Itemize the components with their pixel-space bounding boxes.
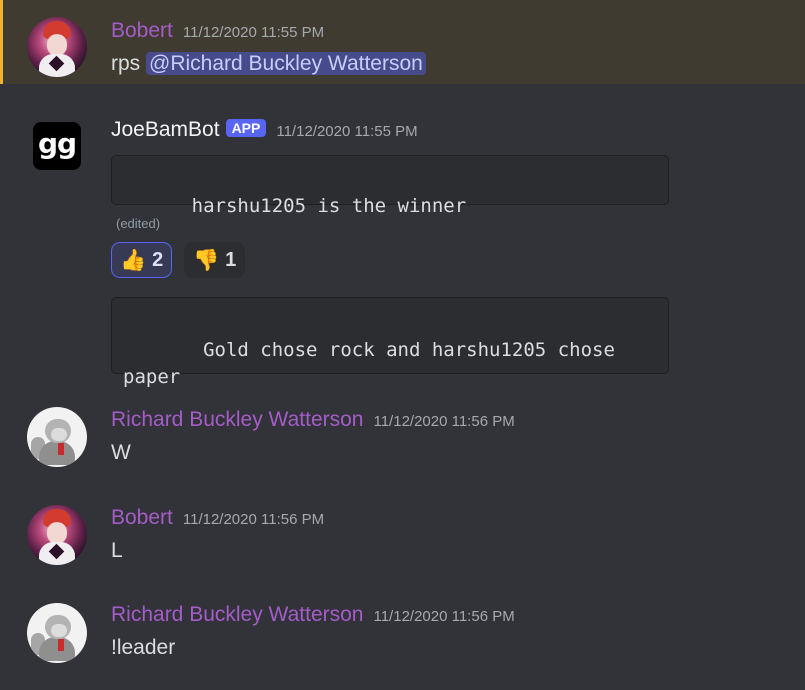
message-content: rps @Richard Buckley Watterson: [111, 52, 426, 76]
avatar-bobert[interactable]: [27, 17, 87, 77]
author-name[interactable]: JoeBamBot: [111, 118, 220, 141]
message-bot: gg JoeBamBot APP 11/12/2020 11:55 PM harsh…: [0, 84, 805, 388]
reaction-thumbs-down[interactable]: 👎 1: [184, 242, 246, 278]
message-text: W: [111, 441, 131, 464]
thumbs-up-icon: 👍: [120, 248, 147, 272]
timestamp[interactable]: 11/12/2020 11:56 PM: [183, 511, 324, 528]
author-name[interactable]: Bobert: [111, 506, 173, 529]
message-text: L: [111, 539, 123, 562]
timestamp[interactable]: 11/12/2020 11:55 PM: [276, 123, 417, 140]
author-name[interactable]: Richard Buckley Watterson: [111, 408, 363, 431]
avatar-joebambot[interactable]: gg: [33, 122, 81, 170]
message-mention-highlight: Bobert 11/12/2020 11:55 PM rps @Richard B…: [0, 0, 805, 84]
user-mention[interactable]: @Richard Buckley Watterson: [146, 52, 426, 75]
code-block-choices: Gold chose rock and harshu1205 chose pap…: [111, 297, 669, 388]
reaction-thumbs-up[interactable]: 👍 2: [111, 242, 173, 278]
message-text: rps: [111, 52, 141, 75]
app-badge: APP: [225, 119, 267, 137]
code-text: harshu1205 is the winner: [191, 195, 467, 217]
message: Bobert 11/12/2020 11:56 PM L: [0, 493, 805, 583]
edited-label: (edited): [116, 216, 161, 231]
reaction-count: 2: [152, 248, 164, 271]
thumbs-down-icon: 👎: [193, 248, 220, 272]
message-text: !leader: [111, 636, 176, 659]
avatar-richard[interactable]: [27, 603, 87, 663]
message: Richard Buckley Watterson 11/12/2020 11:5…: [0, 395, 805, 485]
message: Richard Buckley Watterson 11/12/2020 11:5…: [0, 590, 805, 680]
code-block-result: harshu1205 is the winner: [111, 155, 669, 217]
avatar-bobert[interactable]: [27, 505, 87, 565]
avatar-richard[interactable]: [27, 407, 87, 467]
timestamp[interactable]: 11/12/2020 11:56 PM: [373, 608, 514, 625]
chat-log: Bobert 11/12/2020 11:55 PM rps @Richard B…: [0, 0, 805, 690]
avatar-gg-text: gg: [37, 127, 77, 160]
timestamp[interactable]: 11/12/2020 11:55 PM: [183, 24, 324, 41]
code-text: Gold chose rock and harshu1205 chose pap…: [123, 339, 627, 388]
reaction-count: 1: [225, 248, 237, 271]
author-name[interactable]: Bobert: [111, 19, 173, 42]
timestamp[interactable]: 11/12/2020 11:56 PM: [373, 413, 514, 430]
author-name[interactable]: Richard Buckley Watterson: [111, 603, 363, 626]
